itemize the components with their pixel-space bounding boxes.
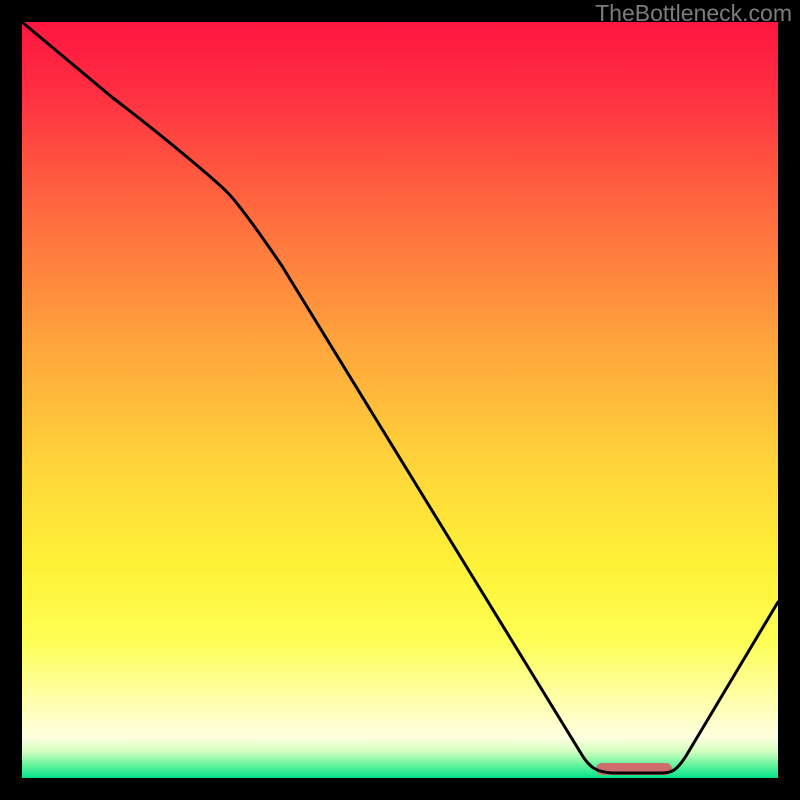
bottleneck-curve (22, 22, 778, 778)
chart-frame (22, 22, 778, 778)
watermark-text: TheBottleneck.com (595, 0, 792, 27)
